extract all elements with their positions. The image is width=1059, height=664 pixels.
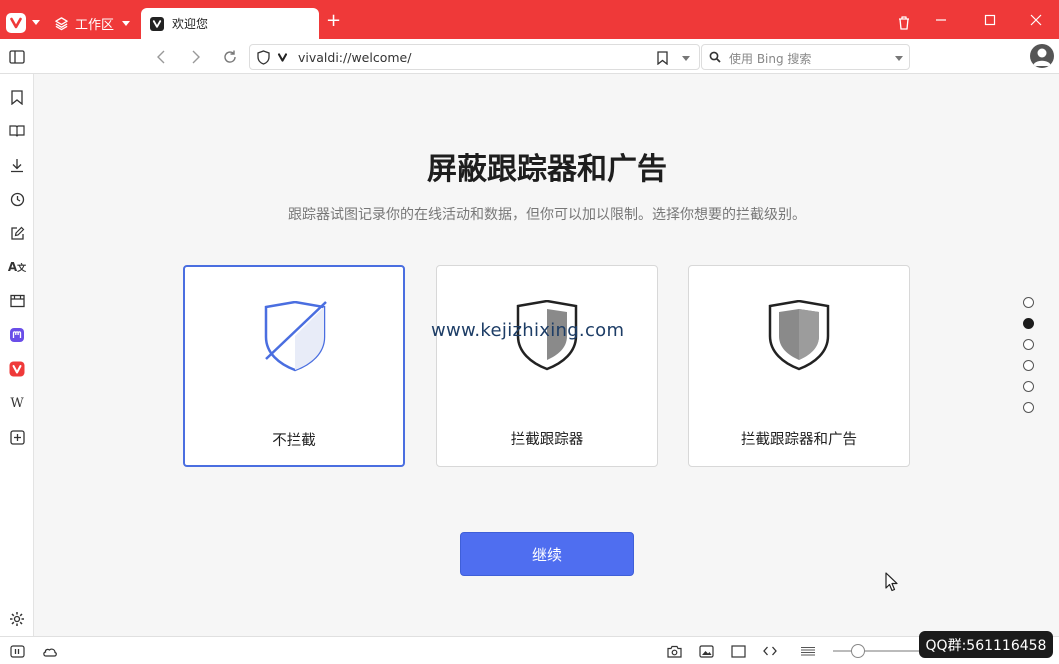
capture-camera-icon[interactable] bbox=[666, 643, 682, 659]
shield-icon[interactable] bbox=[257, 50, 270, 65]
page-tiling-icon[interactable] bbox=[730, 643, 746, 659]
workspace-chevron-icon bbox=[122, 20, 131, 26]
new-tab-button[interactable]: + bbox=[326, 12, 341, 30]
wikipedia-icon[interactable]: W bbox=[7, 393, 27, 413]
settings-gear-icon[interactable] bbox=[7, 609, 27, 629]
page-title: 屏蔽跟踪器和广告 bbox=[427, 152, 667, 187]
zoom-slider-handle[interactable] bbox=[851, 644, 865, 658]
search-engine-dropdown-icon[interactable] bbox=[895, 56, 903, 61]
sync-cloud-icon[interactable] bbox=[42, 643, 58, 659]
forward-icon[interactable] bbox=[187, 48, 205, 66]
option-no-blocking[interactable]: 不拦截 bbox=[183, 265, 405, 467]
minimize-button[interactable] bbox=[921, 8, 961, 32]
search-icon bbox=[709, 51, 721, 63]
vivaldi-social-icon[interactable] bbox=[7, 359, 27, 379]
option-label: 不拦截 bbox=[272, 433, 316, 449]
reading-list-icon[interactable] bbox=[7, 121, 27, 141]
reader-view-icon[interactable] bbox=[800, 643, 816, 659]
maximize-icon bbox=[984, 14, 996, 26]
vivaldi-favicon-icon bbox=[150, 16, 164, 31]
reload-icon[interactable] bbox=[221, 48, 239, 66]
zoom-slider-track[interactable] bbox=[833, 650, 923, 652]
calendar-icon[interactable] bbox=[7, 291, 27, 311]
images-toggle-icon[interactable] bbox=[698, 643, 714, 659]
tab-title: 欢迎您 bbox=[172, 17, 209, 31]
address-bar[interactable]: vivaldi://welcome/ bbox=[249, 44, 700, 70]
minimize-icon bbox=[936, 19, 946, 21]
option-label: 拦截跟踪器 bbox=[510, 432, 584, 448]
bookmarks-panel-icon[interactable] bbox=[7, 87, 27, 107]
vivaldi-menu-chevron-icon[interactable] bbox=[32, 20, 40, 25]
step-dot[interactable] bbox=[1023, 297, 1034, 308]
close-icon bbox=[1030, 14, 1042, 26]
title-bar: 工作区 欢迎您 + bbox=[0, 0, 1059, 39]
vivaldi-page-icon bbox=[277, 53, 288, 62]
navigation-toolbar: vivaldi://welcome/ 使用 Bing 搜索 bbox=[0, 39, 1059, 74]
workspace-button[interactable]: 工作区 bbox=[54, 8, 131, 38]
option-label: 拦截跟踪器和广告 bbox=[741, 432, 857, 448]
step-dot[interactable] bbox=[1023, 402, 1034, 413]
mastodon-icon[interactable] bbox=[7, 325, 27, 345]
panel-toggle-status-icon[interactable] bbox=[9, 643, 25, 659]
tab-welcome[interactable]: 欢迎您 bbox=[141, 8, 319, 39]
page-subtitle: 跟踪器试图记录你的在线活动和数据，但你可以加以限制。选择你想要的拦截级别。 bbox=[288, 207, 806, 223]
status-bar bbox=[0, 636, 1059, 664]
search-field[interactable]: 使用 Bing 搜索 bbox=[701, 44, 910, 70]
option-block-trackers[interactable]: 拦截跟踪器 bbox=[436, 265, 658, 467]
close-button[interactable] bbox=[1016, 8, 1056, 32]
welcome-page: 屏蔽跟踪器和广告 跟踪器试图记录你的在线活动和数据，但你可以加以限制。选择你想要… bbox=[35, 74, 1059, 636]
profile-avatar-icon[interactable] bbox=[1030, 44, 1054, 68]
mouse-cursor-icon bbox=[885, 572, 898, 592]
bookmark-icon[interactable] bbox=[657, 51, 668, 65]
watermark-text: www.kejizhixing.com bbox=[431, 320, 625, 341]
continue-button[interactable]: 继续 bbox=[460, 532, 634, 576]
step-dot[interactable] bbox=[1023, 381, 1034, 392]
step-dot[interactable] bbox=[1023, 360, 1034, 371]
downloads-icon[interactable] bbox=[7, 155, 27, 175]
option-block-trackers-and-ads[interactable]: 拦截跟踪器和广告 bbox=[688, 265, 910, 467]
qq-group-overlay: QQ群:561116458 bbox=[919, 631, 1053, 658]
step-dot[interactable] bbox=[1023, 339, 1034, 350]
history-icon[interactable] bbox=[7, 189, 27, 209]
shield-full-icon bbox=[768, 300, 830, 371]
add-web-panel-icon[interactable] bbox=[7, 427, 27, 447]
trash-icon[interactable] bbox=[897, 15, 911, 35]
shield-off-icon bbox=[264, 301, 327, 372]
layers-icon bbox=[55, 16, 68, 30]
sidebar-panel: A文 W bbox=[0, 74, 34, 636]
back-icon[interactable] bbox=[152, 48, 170, 66]
vivaldi-menu-button[interactable] bbox=[6, 13, 26, 33]
notes-icon[interactable] bbox=[7, 223, 27, 243]
panel-toggle-icon[interactable] bbox=[8, 48, 26, 66]
vivaldi-logo-icon bbox=[10, 17, 22, 29]
step-dot-active[interactable] bbox=[1023, 318, 1034, 329]
maximize-button[interactable] bbox=[970, 8, 1010, 32]
url-text: vivaldi://welcome/ bbox=[298, 50, 412, 65]
address-dropdown-icon[interactable] bbox=[682, 56, 690, 61]
page-actions-code-icon[interactable] bbox=[762, 643, 778, 659]
workspace-label: 工作区 bbox=[75, 17, 115, 33]
search-placeholder: 使用 Bing 搜索 bbox=[729, 52, 812, 66]
translate-icon[interactable]: A文 bbox=[7, 257, 27, 277]
